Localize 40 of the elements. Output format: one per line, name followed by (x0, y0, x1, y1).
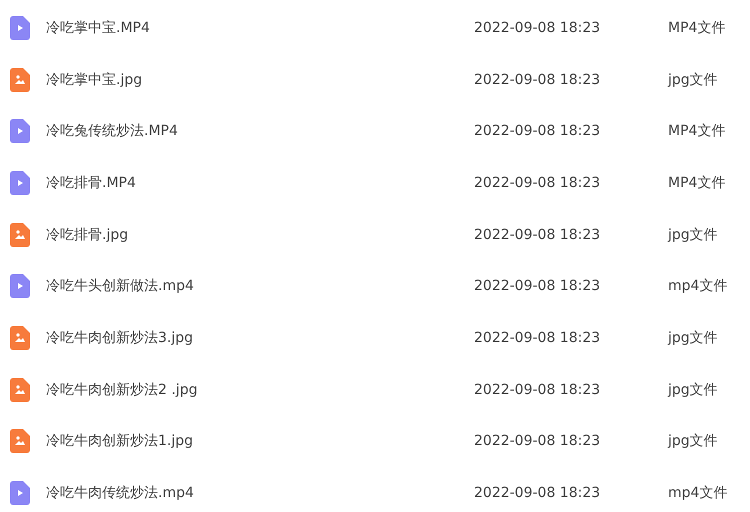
modified-date: 2022-09-08 18:23 (474, 174, 602, 191)
file-name[interactable]: 冷吃排骨.jpg (46, 226, 474, 244)
file-name[interactable]: 冷吃牛肉创新炒法1.jpg (46, 432, 474, 450)
modified-date: 2022-09-08 18:23 (474, 485, 602, 502)
image-file-icon (10, 429, 30, 454)
file-type: mp4文件 (668, 484, 728, 502)
file-type: mp4文件 (668, 277, 728, 296)
file-type: MP4文件 (668, 18, 726, 37)
file-type: jpg文件 (668, 70, 718, 89)
modified-date: 2022-09-08 18:23 (474, 123, 602, 140)
file-name[interactable]: 冷吃掌中宝.MP4 (46, 18, 474, 37)
file-name[interactable]: 冷吃牛头创新做法.mp4 (46, 277, 474, 296)
modified-date: 2022-09-08 18:23 (474, 20, 602, 36)
file-name[interactable]: 冷吃掌中宝.jpg (46, 70, 474, 89)
video-file-icon (10, 274, 30, 298)
image-file-icon (10, 68, 30, 92)
video-file-icon (10, 119, 30, 144)
file-name[interactable]: 冷吃兔传统炒法.MP4 (46, 122, 474, 140)
file-type: jpg文件 (668, 226, 718, 244)
video-file-icon (10, 170, 30, 195)
modified-date: 2022-09-08 18:23 (474, 72, 602, 88)
image-file-icon (10, 378, 30, 402)
file-type: MP4文件 (668, 122, 726, 140)
modified-date: 2022-09-08 18:23 (474, 226, 602, 243)
modified-date: 2022-09-08 18:23 (474, 278, 602, 294)
file-name[interactable]: 冷吃牛肉创新炒法2 .jpg (46, 380, 474, 399)
file-type: jpg文件 (668, 380, 718, 399)
video-file-icon (10, 16, 30, 40)
file-type: jpg文件 (668, 432, 718, 450)
file-type: jpg文件 (668, 328, 718, 347)
file-name[interactable]: 冷吃牛肉创新炒法3.jpg (46, 328, 474, 347)
modified-date: 2022-09-08 18:23 (474, 382, 602, 398)
modified-date: 2022-09-08 18:23 (474, 330, 602, 346)
modified-date: 2022-09-08 18:23 (474, 433, 602, 450)
video-file-icon (10, 481, 30, 506)
file-name[interactable]: 冷吃排骨.MP4 (46, 174, 474, 192)
image-file-icon (10, 222, 30, 247)
image-file-icon (10, 326, 30, 350)
file-name[interactable]: 冷吃牛肉传统炒法.mp4 (46, 484, 474, 502)
file-type: MP4文件 (668, 174, 726, 192)
